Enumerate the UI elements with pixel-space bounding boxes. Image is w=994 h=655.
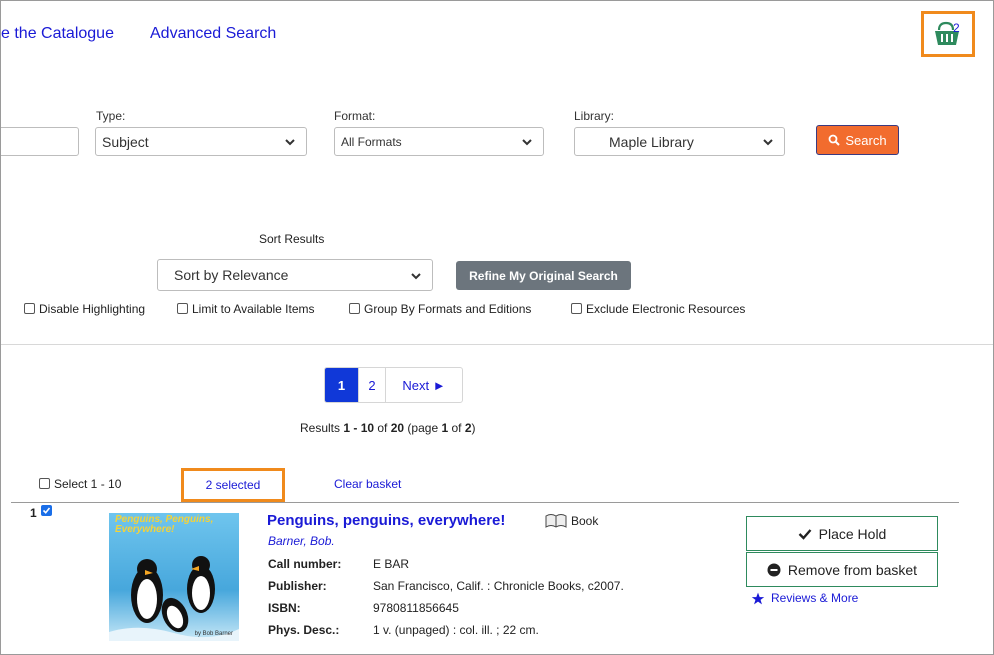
minus-circle-icon [767,563,781,576]
page-1-button[interactable]: 1 [325,368,358,402]
result-title-link[interactable]: Penguins, penguins, everywhere! [267,512,505,529]
isbn-value: 9780811856645 [373,601,459,615]
group-formats-checkbox[interactable]: Group By Formats and Editions [349,302,531,316]
search-button-label: Search [845,132,887,148]
place-hold-label: Place Hold [818,525,887,542]
publisher-label: Publisher: [268,579,327,593]
star-icon [751,592,765,604]
check-icon [42,507,51,514]
results-summary: Results 1 - 10 of 20 (page 1 of 2) [300,421,476,435]
book-icon [545,514,567,528]
call-number-label: Call number: [268,557,342,571]
reviews-more-label: Reviews & More [771,591,859,605]
result-checkbox[interactable] [41,505,52,516]
result-number: 1 [30,506,37,520]
sort-select[interactable]: Sort by Relevance [157,259,433,291]
format-indicator: Book [545,513,598,529]
select-all-label: Select 1 - 10 [54,477,122,491]
cover-title: Penguins, Penguins, Everywhere! [115,514,214,535]
remove-from-basket-button[interactable]: Remove from basket [746,552,938,587]
remove-basket-label: Remove from basket [787,561,918,578]
pagination: 1 2 Next ► [324,367,463,403]
format-select[interactable]: All Formats [334,127,544,156]
filter-label: Limit to Available Items [192,302,315,316]
exclude-electronic-checkbox[interactable]: Exclude Electronic Resources [571,302,745,316]
page-2-button[interactable]: 2 [358,368,385,402]
section-divider [1,344,993,345]
next-page-button[interactable]: Next ► [385,368,462,402]
cover-author: by Bob Barner [194,631,233,637]
results-divider [11,502,959,503]
checkbox-box[interactable] [39,478,50,490]
search-icon [828,134,841,146]
filter-label: Disable Highlighting [39,302,146,316]
disable-highlighting-checkbox[interactable]: Disable Highlighting [24,302,145,316]
chevron-down-icon [522,139,532,146]
page-frame: e the Catalogue Advanced Search 2 Type: … [0,0,994,655]
type-label: Type: [96,109,126,123]
format-label: Format: [334,109,376,123]
basket-button[interactable]: 2 [921,11,975,57]
format-label: Book [571,514,599,528]
place-hold-button[interactable]: Place Hold [746,516,938,551]
reviews-more-link[interactable]: Reviews & More [751,591,858,605]
basket-count: 2 [953,21,960,35]
checkbox-box[interactable] [349,303,360,315]
chevron-down-icon [763,139,773,146]
penguins-illustration [109,556,239,641]
refine-search-button[interactable]: Refine My Original Search [456,261,631,290]
checkbox-box[interactable] [24,303,35,315]
book-cover-image[interactable]: Penguins, Penguins, Everywhere! by Bob B… [109,513,239,641]
checkbox-box[interactable] [177,303,188,315]
filter-label: Group By Formats and Editions [364,302,532,316]
author-link[interactable]: Barner, Bob. [268,534,335,548]
clear-basket-link[interactable]: Clear basket [334,477,401,491]
publisher-value: San Francisco, Calif. : Chronicle Books,… [373,579,624,593]
call-number-value: E BAR [373,557,410,571]
library-select[interactable]: Maple Library [574,127,785,156]
phys-desc-value: 1 v. (unpaged) : col. ill. ; 22 cm. [373,623,539,637]
format-value: All Formats [341,134,402,149]
selected-count-link[interactable]: 2 selected [206,478,261,492]
check-icon [798,528,812,540]
advanced-search-link[interactable]: Advanced Search [150,25,276,43]
chevron-down-icon [285,139,295,146]
library-label: Library: [574,109,615,123]
limit-available-checkbox[interactable]: Limit to Available Items [177,302,315,316]
library-value: Maple Library [609,133,694,150]
type-select[interactable]: Subject [95,127,307,156]
search-query-input[interactable] [1,127,79,156]
search-catalogue-link[interactable]: e the Catalogue [1,25,114,43]
chevron-down-icon [411,273,421,280]
type-value: Subject [102,133,149,150]
search-button[interactable]: Search [816,125,899,155]
sort-heading: Sort Results [259,232,325,246]
isbn-label: ISBN: [268,601,301,615]
phys-desc-label: Phys. Desc.: [268,623,340,637]
filter-label: Exclude Electronic Resources [586,302,746,316]
sort-value: Sort by Relevance [174,267,289,283]
checkbox-box[interactable] [571,303,582,315]
selected-count-highlight: 2 selected [181,468,285,502]
select-all-checkbox[interactable]: Select 1 - 10 [39,477,121,491]
